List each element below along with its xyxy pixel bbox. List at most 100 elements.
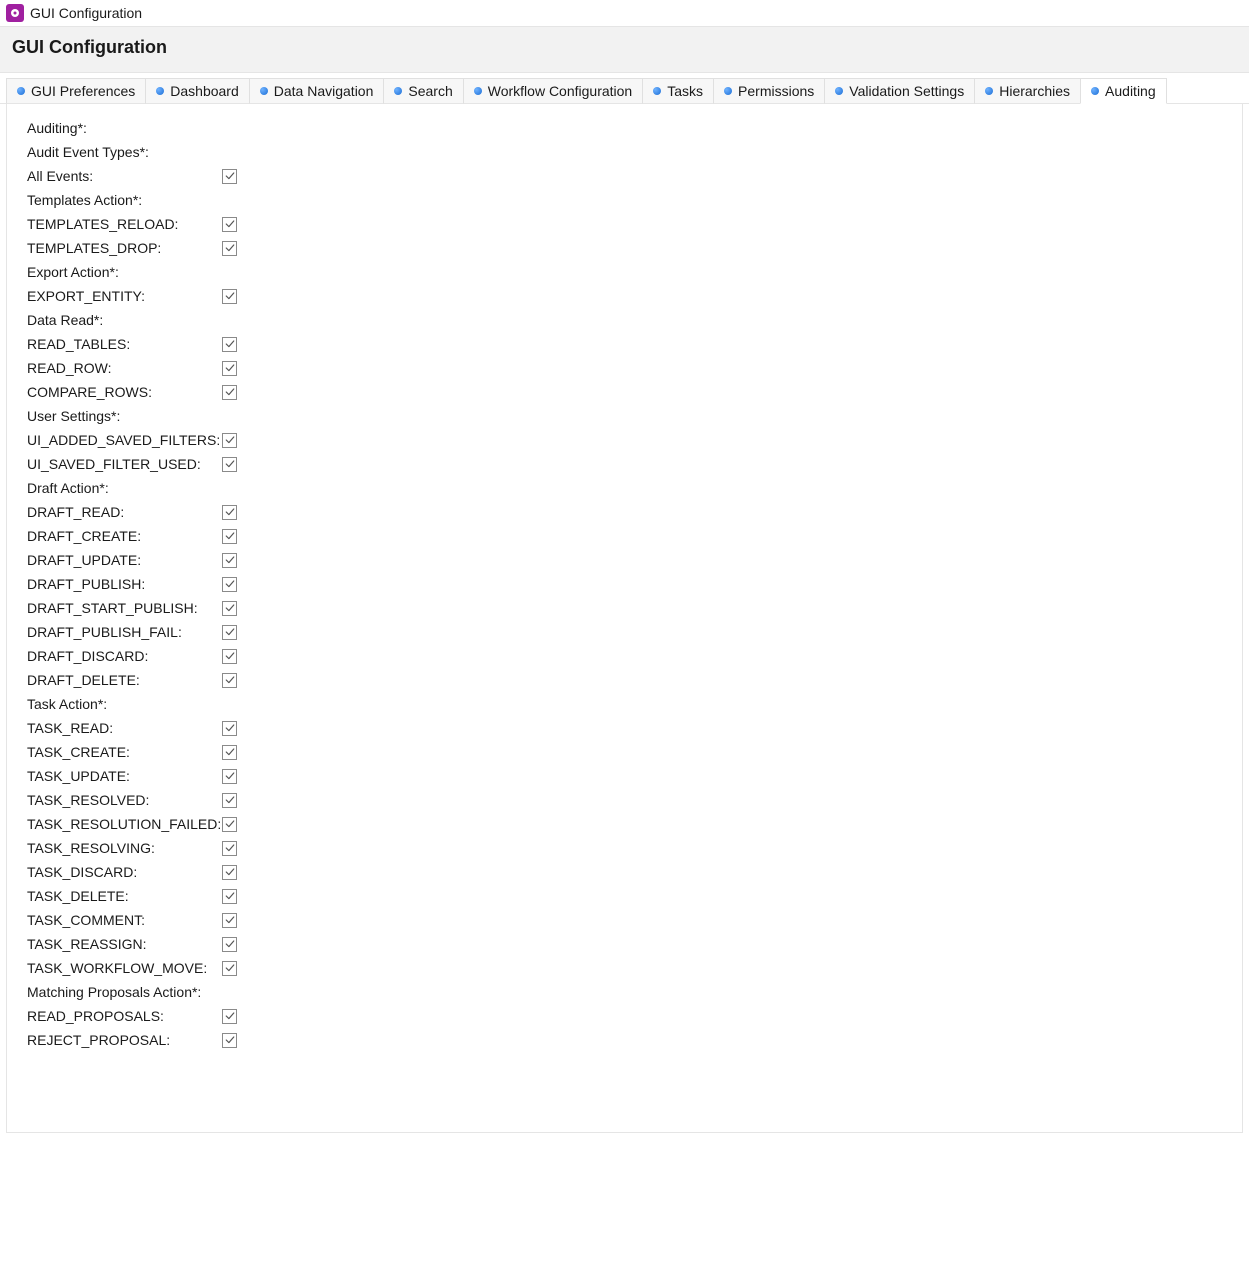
checkbox-task-create[interactable] bbox=[222, 745, 237, 760]
field-label: Auditing*: bbox=[27, 116, 222, 140]
checkbox-draft-delete[interactable] bbox=[222, 673, 237, 688]
form-row: TASK_UPDATE: bbox=[27, 764, 1234, 788]
form-row: All Events: bbox=[27, 164, 1234, 188]
tab-label: Tasks bbox=[667, 83, 703, 99]
checkbox-task-delete[interactable] bbox=[222, 889, 237, 904]
field-label: TEMPLATES_DROP: bbox=[27, 236, 222, 260]
tab-hierarchies[interactable]: Hierarchies bbox=[974, 78, 1081, 104]
field-label: Data Read*: bbox=[27, 308, 222, 332]
tab-data-navigation[interactable]: Data Navigation bbox=[249, 78, 385, 104]
field-value bbox=[222, 169, 237, 184]
tab-gui-preferences[interactable]: GUI Preferences bbox=[6, 78, 146, 104]
field-label: READ_PROPOSALS: bbox=[27, 1004, 222, 1028]
field-value bbox=[222, 241, 237, 256]
tab-tasks[interactable]: Tasks bbox=[642, 78, 714, 104]
tab-bullet-icon bbox=[724, 87, 732, 95]
field-label: UI_SAVED_FILTER_USED: bbox=[27, 452, 222, 476]
tab-bullet-icon bbox=[17, 87, 25, 95]
checkbox-draft-discard[interactable] bbox=[222, 649, 237, 664]
tab-label: Search bbox=[408, 83, 452, 99]
tab-workflow-configuration[interactable]: Workflow Configuration bbox=[463, 78, 643, 104]
tab-label: GUI Preferences bbox=[31, 83, 135, 99]
checkbox-draft-read[interactable] bbox=[222, 505, 237, 520]
field-label: EXPORT_ENTITY: bbox=[27, 284, 222, 308]
tab-label: Auditing bbox=[1105, 83, 1156, 99]
field-label: TASK_RESOLVING: bbox=[27, 836, 222, 860]
checkbox-read-tables[interactable] bbox=[222, 337, 237, 352]
form-row: TASK_RESOLVING: bbox=[27, 836, 1234, 860]
field-label: REJECT_PROPOSAL: bbox=[27, 1028, 222, 1052]
tab-search[interactable]: Search bbox=[383, 78, 463, 104]
tab-bullet-icon bbox=[1091, 87, 1099, 95]
field-label: DRAFT_CREATE: bbox=[27, 524, 222, 548]
tab-validation-settings[interactable]: Validation Settings bbox=[824, 78, 975, 104]
checkbox-draft-start-publish[interactable] bbox=[222, 601, 237, 616]
field-label: DRAFT_PUBLISH_FAIL: bbox=[27, 620, 222, 644]
checkbox-task-workflow-move[interactable] bbox=[222, 961, 237, 976]
field-value bbox=[222, 289, 237, 304]
tab-permissions[interactable]: Permissions bbox=[713, 78, 825, 104]
checkbox-task-reassign[interactable] bbox=[222, 937, 237, 952]
checkbox-task-discard[interactable] bbox=[222, 865, 237, 880]
field-label: Task Action*: bbox=[27, 692, 222, 716]
form-row: DRAFT_DELETE: bbox=[27, 668, 1234, 692]
field-value bbox=[222, 457, 237, 472]
field-value bbox=[222, 961, 237, 976]
field-label: TASK_RESOLVED: bbox=[27, 788, 222, 812]
form-row: UI_ADDED_SAVED_FILTERS: bbox=[27, 428, 1234, 452]
checkbox-task-resolution-failed[interactable] bbox=[222, 817, 237, 832]
form-row: READ_ROW: bbox=[27, 356, 1234, 380]
field-label: UI_ADDED_SAVED_FILTERS: bbox=[27, 428, 222, 452]
checkbox-read-proposals[interactable] bbox=[222, 1009, 237, 1024]
field-label: User Settings*: bbox=[27, 404, 222, 428]
checkbox-templates-drop[interactable] bbox=[222, 241, 237, 256]
page-header: GUI Configuration bbox=[0, 26, 1249, 73]
form-row: TASK_WORKFLOW_MOVE: bbox=[27, 956, 1234, 980]
field-label: READ_ROW: bbox=[27, 356, 222, 380]
checkbox-task-read[interactable] bbox=[222, 721, 237, 736]
field-label: TASK_CREATE: bbox=[27, 740, 222, 764]
form-row: TASK_COMMENT: bbox=[27, 908, 1234, 932]
tab-label: Workflow Configuration bbox=[488, 83, 632, 99]
field-label: Audit Event Types*: bbox=[27, 140, 222, 164]
field-label: TEMPLATES_RELOAD: bbox=[27, 212, 222, 236]
checkbox-ui-added-saved-filters[interactable] bbox=[222, 433, 237, 448]
checkbox-templates-reload[interactable] bbox=[222, 217, 237, 232]
form-row: DRAFT_START_PUBLISH: bbox=[27, 596, 1234, 620]
checkbox-reject-proposal[interactable] bbox=[222, 1033, 237, 1048]
checkbox-draft-publish-fail[interactable] bbox=[222, 625, 237, 640]
tab-label: Data Navigation bbox=[274, 83, 374, 99]
field-label: DRAFT_READ: bbox=[27, 500, 222, 524]
field-value bbox=[222, 433, 237, 448]
form-row: Audit Event Types*: bbox=[27, 140, 1234, 164]
field-value bbox=[222, 937, 237, 952]
checkbox-all-events[interactable] bbox=[222, 169, 237, 184]
tab-bullet-icon bbox=[985, 87, 993, 95]
checkbox-draft-publish[interactable] bbox=[222, 577, 237, 592]
field-value bbox=[222, 601, 237, 616]
checkbox-draft-create[interactable] bbox=[222, 529, 237, 544]
field-label: TASK_DISCARD: bbox=[27, 860, 222, 884]
tabs-bar: GUI Preferences Dashboard Data Navigation S… bbox=[0, 73, 1249, 104]
tab-auditing[interactable]: Auditing bbox=[1080, 78, 1167, 104]
field-label: TASK_REASSIGN: bbox=[27, 932, 222, 956]
checkbox-task-resolving[interactable] bbox=[222, 841, 237, 856]
tab-dashboard[interactable]: Dashboard bbox=[145, 78, 250, 104]
field-label: TASK_UPDATE: bbox=[27, 764, 222, 788]
checkbox-ui-saved-filter-used[interactable] bbox=[222, 457, 237, 472]
form-row: Export Action*: bbox=[27, 260, 1234, 284]
checkbox-compare-rows[interactable] bbox=[222, 385, 237, 400]
page-title: GUI Configuration bbox=[12, 37, 1237, 58]
checkbox-task-resolved[interactable] bbox=[222, 793, 237, 808]
field-label: DRAFT_START_PUBLISH: bbox=[27, 596, 222, 620]
form-row: DRAFT_CREATE: bbox=[27, 524, 1234, 548]
checkbox-task-update[interactable] bbox=[222, 769, 237, 784]
checkbox-read-row[interactable] bbox=[222, 361, 237, 376]
checkbox-task-comment[interactable] bbox=[222, 913, 237, 928]
checkbox-export-entity[interactable] bbox=[222, 289, 237, 304]
checkbox-draft-update[interactable] bbox=[222, 553, 237, 568]
form-row: TASK_DISCARD: bbox=[27, 860, 1234, 884]
field-label: DRAFT_UPDATE: bbox=[27, 548, 222, 572]
field-label: COMPARE_ROWS: bbox=[27, 380, 222, 404]
form-row: EXPORT_ENTITY: bbox=[27, 284, 1234, 308]
